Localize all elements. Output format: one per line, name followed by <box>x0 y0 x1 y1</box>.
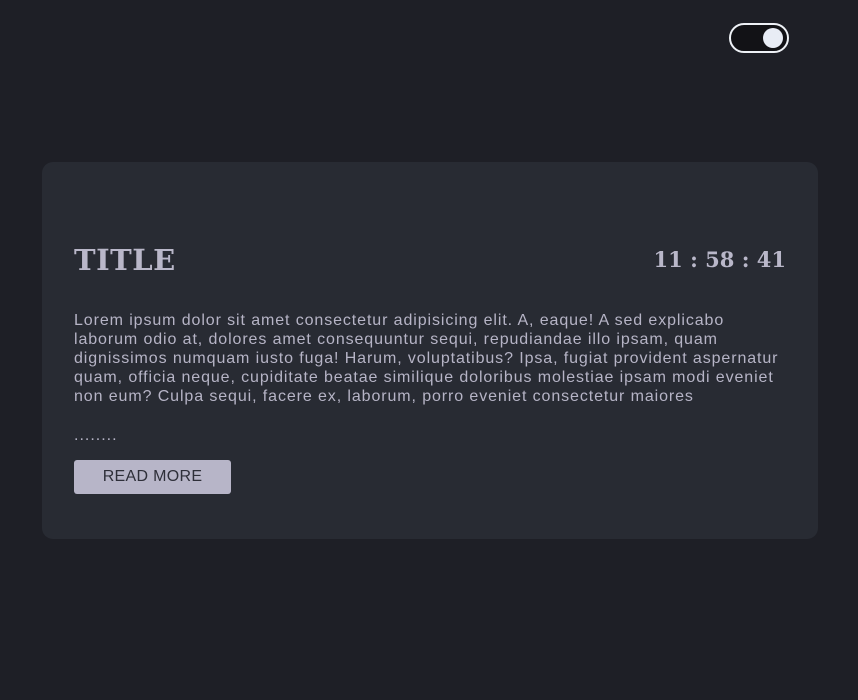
read-more-button[interactable]: READ MORE <box>74 460 231 494</box>
toggle-knob <box>763 28 783 48</box>
clock: 11 : 58 : 41 <box>654 246 786 274</box>
clock-separator: : <box>734 247 757 272</box>
ellipsis: ........ <box>74 427 118 444</box>
content-card: TITLE 11 : 58 : 41 Lorem ipsum dolor sit… <box>42 162 818 539</box>
clock-hours: 11 <box>653 247 683 272</box>
clock-minutes: 58 <box>705 247 735 272</box>
clock-separator: : <box>682 247 706 272</box>
card-body-text: Lorem ipsum dolor sit amet consectetur a… <box>74 312 779 405</box>
card-title: TITLE <box>74 243 176 277</box>
theme-toggle[interactable] <box>729 23 789 53</box>
clock-seconds: 41 <box>756 247 786 272</box>
page: TITLE 11 : 58 : 41 Lorem ipsum dolor sit… <box>0 0 858 700</box>
